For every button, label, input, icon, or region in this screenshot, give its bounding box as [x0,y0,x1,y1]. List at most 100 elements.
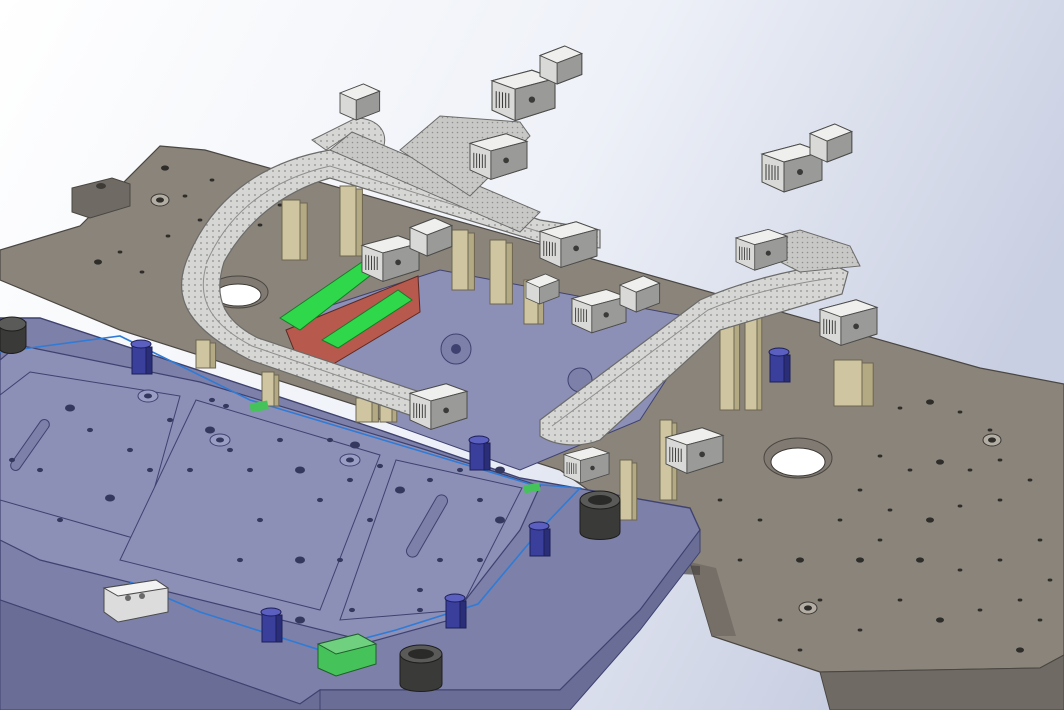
fixture-hole [295,556,305,564]
fixture-hole [437,557,443,563]
base-hole [182,194,188,198]
fixture-hole [477,497,483,503]
support-post [339,185,363,257]
fixture-hole [87,427,93,433]
locating-pin [130,339,153,375]
fixture-hole [209,397,215,403]
bushing-bottom [399,644,443,692]
support-post [281,199,308,261]
base-hole [1027,478,1033,482]
fixture-hole [247,467,253,473]
fixture-hole [147,467,153,473]
support-post [619,459,638,521]
base-hole [257,223,263,227]
fixture-hole [417,587,423,593]
base-hole [887,508,893,512]
fixture-hole [477,557,483,563]
fixture-hole [349,607,355,613]
support-post [261,371,280,407]
base-hole [926,399,934,405]
base-hole [967,468,973,472]
support-post [833,359,874,407]
fixture-hole [347,477,353,483]
bushing-top [579,490,621,540]
base-hole [856,557,864,563]
fixture-hole [57,517,63,523]
base-hole [737,558,743,562]
base-hole [197,218,203,222]
fixture-hole [37,467,43,473]
locating-pin [528,521,551,557]
base-hole [897,406,903,410]
base-hole [997,558,1003,562]
fixture-hole [187,467,193,473]
fixture-hole [227,447,233,453]
base-hole [916,557,924,563]
base-hole [1047,578,1053,582]
base-hole [997,458,1003,462]
base-hole [857,628,863,632]
base-hole [936,617,944,623]
fixture-hole [65,404,75,412]
fixture-hole [223,403,229,409]
fixture-hole [395,486,405,494]
base-hole [209,178,215,182]
base-hole [857,488,863,492]
base-hole [926,517,934,523]
cad-viewport[interactable] [0,0,1064,710]
base-hole [1016,647,1024,653]
locating-pin [260,607,283,643]
fixture-hole [417,607,423,613]
base-hole [977,608,983,612]
fixture-hole [337,557,343,563]
base-hole [1017,598,1023,602]
fixture-hole [317,497,323,503]
base-hole [837,518,843,522]
base-hole [997,498,1003,502]
support-post [451,229,475,291]
base-hole [897,598,903,602]
bushing-left [0,316,27,354]
base-hole [161,165,169,171]
base-hole [877,538,883,542]
base-hole [757,518,763,522]
fixture-hole [167,417,173,423]
base-hole [777,618,783,622]
fixture-hole [295,466,305,474]
fixture-hole [205,426,215,434]
base-hole [1037,538,1043,542]
base-hole [877,454,883,458]
fixture-hole [327,437,333,443]
fixture-hole [105,494,115,502]
base-hole [94,259,102,265]
support-post [489,239,513,305]
base-hole [957,410,963,414]
base-hole [987,428,993,432]
support-post [195,339,217,369]
cad-scene-svg [0,0,1064,710]
base-hole [817,598,823,602]
fixture-hole [377,463,383,469]
base-hole [957,568,963,572]
fixture-hole [427,477,433,483]
base-hole [797,648,803,652]
fixture-hole [237,557,243,563]
fixture-hole [495,516,505,524]
base-hole [1037,618,1043,622]
locating-pin [468,435,491,471]
base-hole [165,234,171,238]
base-hole [139,270,145,274]
locating-pin [768,347,791,383]
base-hole [796,557,804,563]
base-hole [936,459,944,465]
base-hole [957,504,963,508]
base-hole [717,498,723,502]
locating-pin [444,593,467,629]
base-hole [117,250,123,254]
fixture-hole [295,616,305,624]
fixture-hole [495,466,505,474]
fixture-hole [367,517,373,523]
base-hole [907,468,913,472]
fixture-hole [277,437,283,443]
fixture-hole [9,457,15,463]
